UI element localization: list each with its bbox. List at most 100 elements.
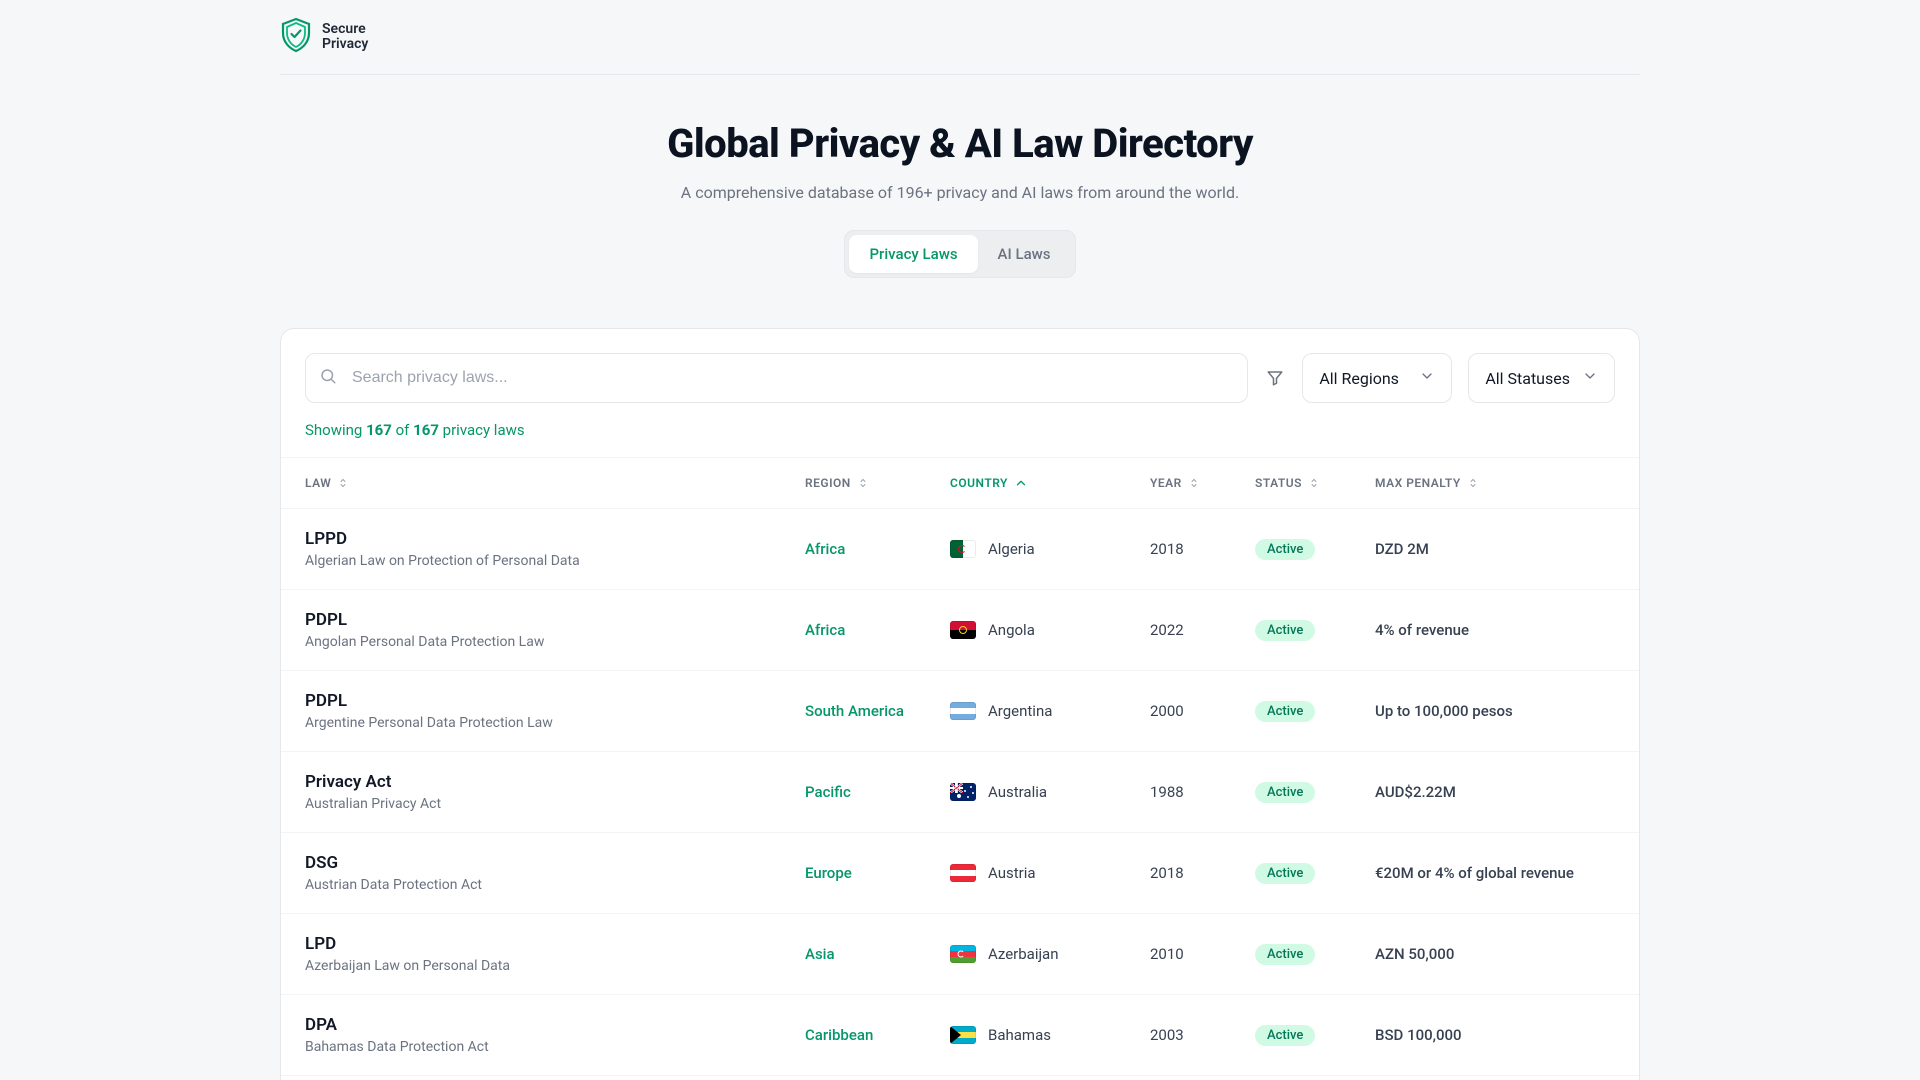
region-cell: Caribbean: [805, 1026, 950, 1044]
filter-icon: [1264, 369, 1286, 387]
sort-icon: [1188, 477, 1200, 489]
penalty-cell: AZN 50,000: [1375, 945, 1615, 963]
law-cell: PDPL Argentine Personal Data Protection …: [305, 691, 805, 731]
table-row[interactable]: DPA Bahamas Data Protection Act Caribbea…: [281, 994, 1639, 1075]
page-subtitle: A comprehensive database of 196+ privacy…: [280, 183, 1640, 202]
region-filter-label: All Regions: [1319, 369, 1399, 388]
status-badge: Active: [1255, 782, 1315, 803]
flag-icon: [950, 702, 976, 720]
status-cell: Active: [1255, 863, 1375, 884]
country-cell: Australia: [950, 783, 1150, 801]
table-row[interactable]: LPPD Algerian Law on Protection of Perso…: [281, 508, 1639, 589]
status-cell: Active: [1255, 1025, 1375, 1046]
table-body: LPPD Algerian Law on Protection of Perso…: [281, 508, 1639, 1080]
country-cell: Algeria: [950, 540, 1150, 558]
col-year[interactable]: YEAR: [1150, 476, 1255, 490]
col-law[interactable]: LAW: [305, 476, 805, 490]
sort-icon: [1467, 477, 1479, 489]
status-badge: Active: [1255, 620, 1315, 641]
status-cell: Active: [1255, 782, 1375, 803]
table-row[interactable]: PDPL Angolan Personal Data Protection La…: [281, 589, 1639, 670]
country-name: Argentina: [988, 702, 1052, 720]
law-code: Privacy Act: [305, 772, 805, 792]
law-full-name: Austrian Data Protection Act: [305, 877, 805, 893]
table-row[interactable]: Privacy Act Australian Privacy Act Pacif…: [281, 751, 1639, 832]
region-cell: Asia: [805, 945, 950, 963]
penalty-cell: AUD$2.22M: [1375, 783, 1615, 801]
table-row[interactable]: DSG Austrian Data Protection Act Europe …: [281, 832, 1639, 913]
country-name: Australia: [988, 783, 1047, 801]
region-cell: Pacific: [805, 783, 950, 801]
country-cell: Austria: [950, 864, 1150, 882]
status-cell: Active: [1255, 944, 1375, 965]
status-cell: Active: [1255, 620, 1375, 641]
status-badge: Active: [1255, 539, 1315, 560]
col-region[interactable]: REGION: [805, 476, 950, 490]
country-cell: Angola: [950, 621, 1150, 639]
country-cell: Azerbaijan: [950, 945, 1150, 963]
status basic-filter-label: All Statuses: [1485, 369, 1570, 388]
law-code: PDPL: [305, 691, 805, 711]
table-header-row: LAW REGION COUNTRY YEAR: [281, 457, 1639, 508]
col-max-penalty[interactable]: MAX PENALTY: [1375, 476, 1615, 490]
search-icon: [319, 367, 337, 389]
law-cell: Privacy Act Australian Privacy Act: [305, 772, 805, 812]
chevron-up-icon: [1014, 476, 1028, 490]
year-cell: 2010: [1150, 945, 1255, 963]
table-row[interactable]: LPD Azerbaijan Law on Personal Data Asia…: [281, 913, 1639, 994]
hero: Global Privacy & AI Law Directory A comp…: [280, 75, 1640, 278]
flag-icon: [950, 540, 976, 558]
flag-icon: [950, 864, 976, 882]
country-cell: Bahamas: [950, 1026, 1150, 1044]
law-code: LPD: [305, 934, 805, 954]
tab-privacy-laws[interactable]: Privacy Laws: [849, 235, 977, 273]
tab-ai-laws[interactable]: AI Laws: [978, 235, 1071, 273]
law-full-name: Algerian Law on Protection of Personal D…: [305, 553, 805, 569]
penalty-cell: 4% of revenue: [1375, 621, 1615, 639]
country-name: Austria: [988, 864, 1036, 882]
flag-icon: [950, 945, 976, 963]
col-country[interactable]: COUNTRY: [950, 476, 1150, 490]
country-name: Angola: [988, 621, 1035, 639]
sort-icon: [337, 477, 349, 489]
flag-icon: [950, 621, 976, 639]
status-badge: Active: [1255, 701, 1315, 722]
chevron-down-icon: [1419, 368, 1435, 388]
year-cell: 2018: [1150, 540, 1255, 558]
search-wrap: [305, 353, 1248, 403]
country-name: Algeria: [988, 540, 1035, 558]
penalty-cell: Up to 100,000 pesos: [1375, 702, 1615, 720]
status-cell: Active: [1255, 539, 1375, 560]
directory-card: All Regions All Statuses Showing 167 of …: [280, 328, 1640, 1080]
law-cell: DSG Austrian Data Protection Act: [305, 853, 805, 893]
penalty-cell: BSD 100,000: [1375, 1026, 1615, 1044]
law-full-name: Australian Privacy Act: [305, 796, 805, 812]
region-cell: Africa: [805, 621, 950, 639]
flag-icon: [950, 1026, 976, 1044]
table-row[interactable]: PDPL Argentine Personal Data Protection …: [281, 670, 1639, 751]
brand-logo[interactable]: Secure Privacy: [280, 17, 368, 57]
status-badge: Active: [1255, 944, 1315, 965]
status-filter-select[interactable]: All Statuses: [1468, 353, 1615, 403]
law-cell: DPA Bahamas Data Protection Act: [305, 1015, 805, 1055]
law-type-tabs: Privacy Laws AI Laws: [844, 230, 1075, 278]
filters-row: All Regions All Statuses: [305, 353, 1615, 403]
penalty-cell: DZD 2M: [1375, 540, 1615, 558]
search-input[interactable]: [305, 353, 1248, 403]
law-cell: PDPL Angolan Personal Data Protection La…: [305, 610, 805, 650]
region-cell: Europe: [805, 864, 950, 882]
region-cell: South America: [805, 702, 950, 720]
chevron-down-icon: [1582, 368, 1598, 388]
law-code: PDPL: [305, 610, 805, 630]
col-status[interactable]: STATUS: [1255, 476, 1375, 490]
penalty-cell: €20M or 4% of global revenue: [1375, 864, 1615, 882]
law-code: DSG: [305, 853, 805, 873]
page-title: Global Privacy & AI Law Directory: [280, 120, 1640, 167]
year-cell: 1988: [1150, 783, 1255, 801]
flag-icon: [950, 783, 976, 801]
table-row[interactable]: PDPL Bahrain Personal Data Protection La…: [281, 1075, 1639, 1080]
region-filter-select[interactable]: All Regions: [1302, 353, 1452, 403]
law-full-name: Azerbaijan Law on Personal Data: [305, 958, 805, 974]
law-full-name: Angolan Personal Data Protection Law: [305, 634, 805, 650]
status-badge: Active: [1255, 1025, 1315, 1046]
